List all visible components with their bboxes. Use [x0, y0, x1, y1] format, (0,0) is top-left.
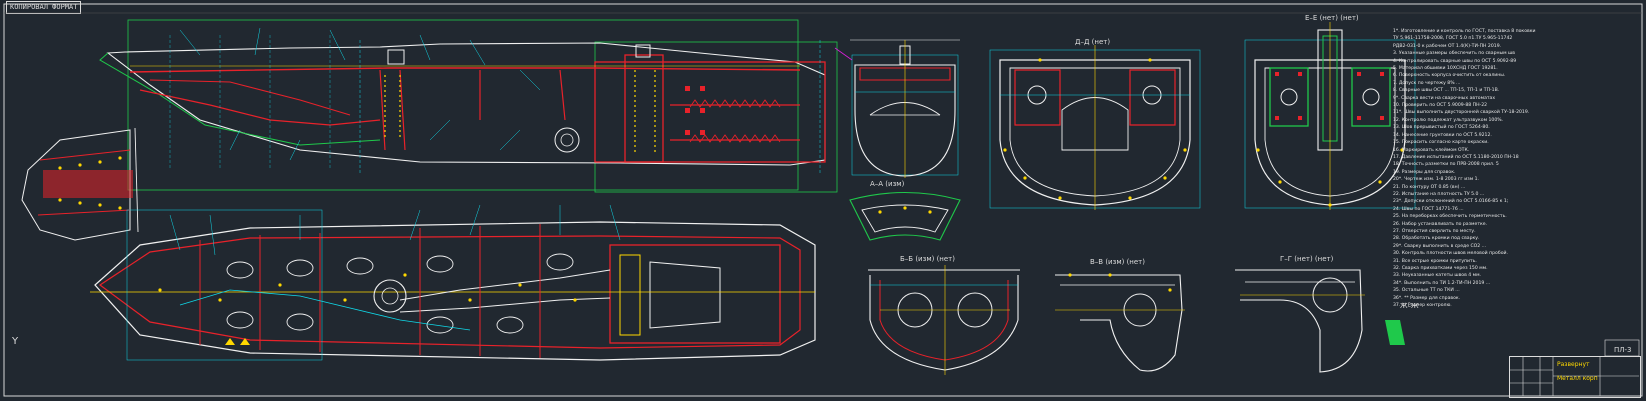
note-line: 6. Поверхность корпуса очистить от окали… — [1393, 73, 1506, 79]
note-line: 13. Шов прерывистый по ГОСТ 5264-80. — [1393, 125, 1490, 131]
note-line: 7. Допуск по чертежу 8% ... — [1393, 80, 1461, 86]
sheet-number: ПЛ-3 — [1614, 346, 1632, 354]
section-d-d — [989, 45, 1201, 210]
section-e-e — [1244, 22, 1416, 210]
view-label-v-v: В–В (изм) (нет) — [1090, 258, 1145, 266]
note-line: 17. Давление испытаний по ОСТ 5.1180-201… — [1393, 154, 1519, 160]
note-line: 14. Нанесение грунтовки по ОСТ 5.9212. — [1393, 132, 1492, 138]
cad-drawing-sheet: КОПИРОВАЛ ФОРМАТ А–А (изм) Б–Б (изм) (не… — [0, 0, 1646, 401]
title-block-subtitle: Металл корп — [1557, 375, 1598, 382]
view-label-e-e: Е–Е (нет) (нет) — [1305, 14, 1359, 22]
view-label-d-d: Д–Д (нет) — [1075, 38, 1111, 46]
title-block-title: Развернут — [1557, 361, 1590, 368]
section-a-a — [850, 39, 960, 178]
note-line: 8. Сварные швы ОСТ ... ТП-15, ТП-1 и ТП-… — [1393, 88, 1500, 94]
note-line: 15. Покрасить согласно карте окраски. — [1393, 140, 1489, 146]
note-line: 28. Обработать кромки под сварку. — [1393, 236, 1480, 242]
note-line: 11*. Швы выполнить двусторонней сваркой … — [1393, 110, 1530, 116]
note-line: 12. Контролю подлежат ультразвуком 100%. — [1393, 117, 1504, 123]
note-line: 24. Швы по ГОСТ 14771-76 ... — [1393, 206, 1464, 212]
note-line: 32. Сварка прихватками через 150 мм. — [1393, 266, 1488, 271]
section-g-g — [1235, 269, 1405, 373]
note-line: 4. Контролировать сварные швы по ОСТ 5.9… — [1393, 58, 1517, 64]
note-line: 20*. Чертеж изм. 1-8 2003 гг изм 1. — [1393, 177, 1480, 183]
note-line: 23*. Допуски отклонений по ОСТ 5.0166-85… — [1393, 199, 1509, 205]
note-line: 18. Точность разметки по ПРВ-2008 прил. … — [1393, 162, 1499, 168]
section-v-v — [1055, 273, 1185, 372]
note-line: 36*. ** Размер для справок. — [1393, 295, 1461, 301]
note-line: РДВ2-031-0 к рабочем ОТ 1.4(К)-ТИ-ПН 201… — [1393, 43, 1502, 49]
section-arc-detail — [849, 192, 961, 241]
note-line: 31. Все острые кромки притупить. — [1393, 258, 1477, 264]
side-elevation-view — [99, 19, 838, 193]
note-line: 22. Испытание на плотность ТУ 5.0 ... — [1393, 191, 1485, 197]
note-line: 9*. Сварка вести на сварочных автоматах — [1393, 95, 1496, 101]
section-b-b — [868, 265, 1020, 375]
note-line: 34*. Выполнить по ТИ 1.2-ТИ-ПН 2019 ... — [1393, 280, 1491, 286]
note-line: 33. Неуказанные катеты швов 4 мм. — [1393, 273, 1482, 279]
note-line: 5. Материал обшивки 10ХСНД ГОСТ 19281. — [1393, 66, 1498, 72]
technical-requirements-notes: 1*. Изготовление и контроль по ГОСТ, пос… — [1393, 28, 1638, 309]
note-line: 30. Контроль плотности швов меловой проб… — [1393, 251, 1508, 257]
note-line: 21. По контуру ОТ 0.85 (вн) ... — [1393, 184, 1466, 190]
note-line: 27. Отверстия сверлить по месту. — [1393, 228, 1476, 234]
note-line: 26. Набор устанавливать по разметке. — [1393, 221, 1488, 227]
note-line: 16. Маркировать клеймом ОТК. — [1393, 147, 1470, 153]
note-line: 25. На переборках обеспечить герметичнос… — [1393, 214, 1507, 220]
view-label-a-a: А–А (изм) — [870, 180, 905, 188]
note-line: 35. Остальные ТТ по ТКИ ... — [1393, 288, 1460, 294]
note-line: 1*. Изготовление и контроль по ГОСТ, пос… — [1393, 29, 1536, 34]
view-label-g-g: Г–Г (нет) (нет) — [1280, 255, 1334, 263]
note-line: 10. Проверить по ОСТ 5.9009-88 ПН-22 — [1393, 103, 1488, 109]
note-line: 29*. Сварку выполнить в среде CO2 ... — [1393, 243, 1487, 249]
note-line: 3. Указанные размеры обеспечить по сварн… — [1393, 51, 1515, 57]
note-line: 37. ** Размер контролю. — [1393, 303, 1452, 309]
plan-view — [90, 204, 816, 361]
ucs-axis-icon: Y — [12, 336, 19, 347]
note-line: 19. Размеры для справок. — [1393, 169, 1456, 175]
bow-detail-view — [21, 127, 139, 241]
note-line: ТУ 5.961-11758-2008, ГОСТ 5.0 п1.ТУ 5.96… — [1393, 36, 1513, 42]
view-label-b-b: Б–Б (изм) (нет) — [900, 255, 955, 263]
title-block: Развернут Металл корп — [1509, 356, 1641, 398]
